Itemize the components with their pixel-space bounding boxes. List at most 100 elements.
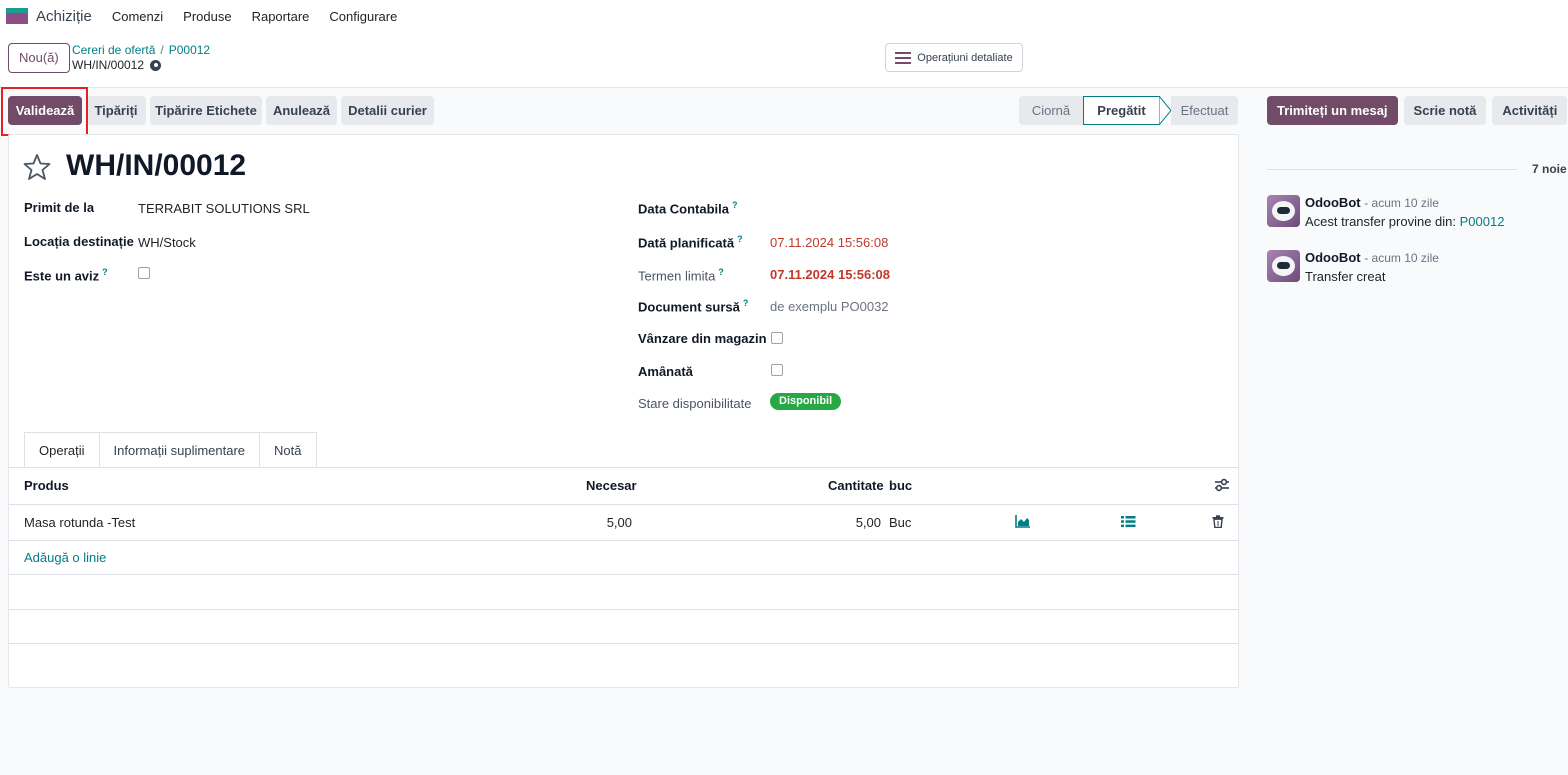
- help-icon[interactable]: ?: [718, 267, 724, 277]
- message-text: Transfer creat: [1305, 269, 1386, 284]
- menu-raportare[interactable]: Raportare: [252, 9, 310, 24]
- field-scheduled-date[interactable]: 07.11.2024 15:56:08: [770, 235, 888, 250]
- message-text: Acest transfer provine din:: [1305, 214, 1460, 229]
- row-divider: [9, 643, 1238, 644]
- author-name[interactable]: OdooBot: [1305, 250, 1361, 265]
- trash-icon[interactable]: [1212, 515, 1224, 528]
- menu-comenzi[interactable]: Comenzi: [112, 9, 163, 24]
- print-labels-button[interactable]: Tipărire Etichete: [150, 96, 262, 125]
- breadcrumb-current: WH/IN/00012: [72, 58, 162, 72]
- store-sale-checkbox[interactable]: [771, 332, 783, 344]
- field-label-destination: Locația destinație: [24, 234, 134, 249]
- row-divider: [9, 574, 1238, 575]
- field-deadline[interactable]: 07.11.2024 15:56:08: [770, 267, 890, 282]
- source-document-input[interactable]: de exemplu PO0032: [770, 299, 889, 314]
- field-label-source-document: Document sursă?: [638, 298, 748, 314]
- notebook-tabs: Operații Informații suplimentare Notă: [24, 432, 317, 468]
- menu-configurare[interactable]: Configurare: [329, 9, 397, 24]
- column-header-uom[interactable]: buc: [889, 478, 912, 493]
- forecast-chart-icon[interactable]: [1015, 515, 1031, 528]
- app-logo-icon[interactable]: [6, 8, 28, 24]
- send-message-button[interactable]: Trimiteți un mesaj: [1267, 96, 1398, 125]
- is-aviz-checkbox[interactable]: [138, 267, 150, 279]
- message-author: OdooBot - acum 10 zile: [1305, 195, 1439, 210]
- field-label-postponed: Amânată: [638, 364, 693, 379]
- stage-draft[interactable]: Ciornă: [1019, 96, 1083, 125]
- field-label-scheduled-date: Dată planificată?: [638, 234, 743, 250]
- tab-additional-info[interactable]: Informații suplimentare: [99, 432, 261, 468]
- avatar[interactable]: [1267, 195, 1300, 227]
- tab-divider: [9, 467, 1238, 468]
- new-button[interactable]: Nou(ă): [8, 43, 70, 73]
- gear-icon[interactable]: [150, 59, 162, 71]
- date-separator-line: [1267, 169, 1517, 170]
- accounting-date-text: Data Contabila: [638, 201, 730, 217]
- help-icon[interactable]: ?: [743, 298, 749, 308]
- field-label-is-aviz: Este un aviz?: [24, 267, 108, 283]
- app-name[interactable]: Achiziție: [36, 8, 92, 25]
- row-divider: [9, 609, 1238, 610]
- chatter-actions: Trimiteți un mesaj Scrie notă Activități: [1267, 96, 1568, 125]
- column-header-required[interactable]: Necesar: [586, 478, 637, 493]
- stage-done[interactable]: Efectuat: [1171, 96, 1238, 125]
- field-received-from[interactable]: TERRABIT SOLUTIONS SRL: [138, 201, 310, 216]
- field-label-availability: Stare disponibilitate: [638, 396, 752, 411]
- details-list-icon[interactable]: [1121, 515, 1136, 528]
- list-icon: [895, 51, 912, 64]
- courier-details-button[interactable]: Detalii curier: [341, 96, 434, 125]
- form-sheet: [8, 134, 1239, 688]
- row-uom[interactable]: Buc: [889, 515, 911, 530]
- breadcrumb-rfq[interactable]: Cereri de ofertă: [72, 43, 155, 57]
- field-accounting-date[interactable]: [770, 201, 1170, 217]
- breadcrumb-po[interactable]: P00012: [169, 43, 210, 57]
- status-bar: Ciornă Pregătit Efectuat: [1019, 96, 1238, 125]
- cancel-button[interactable]: Anulează: [266, 96, 337, 125]
- top-navbar: Achiziție Comenzi Produse Raportare Conf…: [0, 0, 1568, 32]
- field-label-store-sale: Vânzare din magazin: [638, 331, 767, 346]
- add-line-link[interactable]: Adăugă o linie: [24, 550, 106, 565]
- message-link[interactable]: P00012: [1460, 214, 1505, 229]
- row-required[interactable]: 5,00: [580, 515, 632, 530]
- message-body: Acest transfer provine din: P00012: [1305, 214, 1504, 229]
- author-name[interactable]: OdooBot: [1305, 195, 1361, 210]
- row-quantity[interactable]: 5,00: [820, 515, 881, 530]
- record-title: WH/IN/00012: [66, 149, 247, 182]
- stage-arrow: [1159, 96, 1171, 125]
- print-button[interactable]: Tipăriți: [86, 96, 146, 125]
- star-icon[interactable]: [22, 153, 52, 181]
- message-time: - acum 10 zile: [1364, 251, 1439, 265]
- help-icon[interactable]: ?: [102, 267, 108, 277]
- validate-button[interactable]: Validează: [8, 96, 82, 125]
- breadcrumb-current-label: WH/IN/00012: [72, 58, 145, 72]
- tab-operations[interactable]: Operații: [24, 432, 100, 468]
- row-product[interactable]: Masa rotunda -Test: [24, 515, 135, 530]
- message-body: Transfer creat: [1305, 269, 1385, 284]
- field-label-received-from: Primit de la: [24, 200, 95, 215]
- table-header-divider: [9, 504, 1238, 505]
- field-destination[interactable]: WH/Stock: [138, 235, 196, 250]
- help-icon[interactable]: ?: [732, 200, 738, 210]
- breadcrumb-separator: /: [160, 43, 164, 57]
- source-document-text: Document sursă: [638, 299, 740, 315]
- deadline-text: Termen limita: [638, 268, 716, 284]
- field-label-deadline: Termen limita?: [638, 267, 724, 283]
- column-header-quantity[interactable]: Cantitate: [828, 478, 884, 493]
- tab-note[interactable]: Notă: [260, 432, 317, 468]
- avatar[interactable]: [1267, 250, 1300, 282]
- scheduled-date-text: Dată planificată: [638, 235, 735, 251]
- field-label-accounting-date: Data Contabila?: [638, 200, 738, 216]
- column-settings-icon[interactable]: [1214, 478, 1230, 492]
- postponed-checkbox[interactable]: [771, 364, 783, 376]
- column-header-product[interactable]: Produs: [24, 478, 69, 493]
- message-time: - acum 10 zile: [1364, 196, 1439, 210]
- help-icon[interactable]: ?: [737, 234, 743, 244]
- detailed-operations-button[interactable]: Operațiuni detaliate: [885, 43, 1023, 72]
- date-separator-label: 7 noie: [1532, 162, 1567, 176]
- is-aviz-text: Este un aviz: [24, 268, 100, 284]
- menu-produse[interactable]: Produse: [183, 9, 231, 24]
- detailed-operations-label: Operațiuni detaliate: [917, 51, 1013, 64]
- stage-ready[interactable]: Pregătit: [1083, 96, 1159, 125]
- activities-button[interactable]: Activități: [1492, 96, 1568, 125]
- log-note-button[interactable]: Scrie notă: [1403, 96, 1487, 125]
- row-divider: [9, 540, 1238, 541]
